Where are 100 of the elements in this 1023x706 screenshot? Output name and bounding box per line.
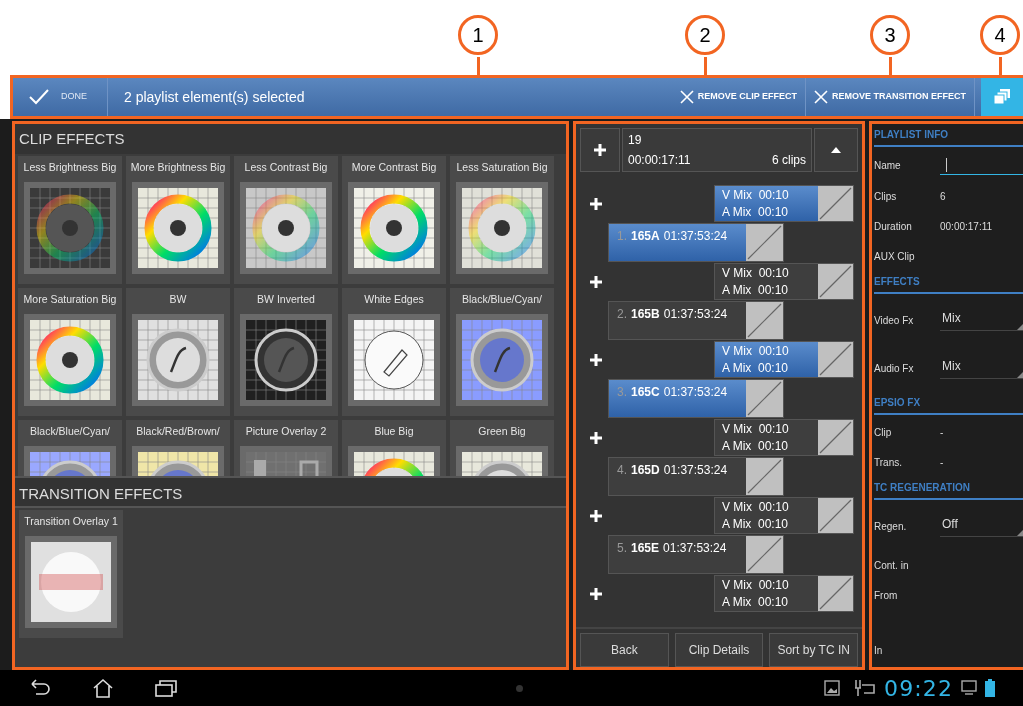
callout-number: 2 <box>685 15 725 55</box>
section-header: PLAYLIST INFO <box>874 124 1023 147</box>
clip-timecode: 01:37:53:24 <box>663 228 728 245</box>
audio-transition: A Mix 00:10 <box>722 593 790 611</box>
effect-tile[interactable]: BW Inverted <box>234 288 338 416</box>
effect-tile[interactable]: Less Saturation Big <box>450 156 554 284</box>
playlist-button[interactable]: Sort by TC IN <box>769 633 858 667</box>
audio-transition: A Mix 00:10 <box>722 281 790 299</box>
add-icon[interactable] <box>593 143 607 157</box>
effect-label: More Contrast Big <box>351 160 437 175</box>
field-label: AUX Clip <box>874 249 916 264</box>
audio-transition: A Mix 00:10 <box>722 437 790 455</box>
effect-tile[interactable]: Green Big <box>450 420 554 476</box>
dropdown-field[interactable]: Mix <box>940 309 1023 331</box>
done-button[interactable]: DONE <box>13 78 108 116</box>
dropdown-field[interactable]: Off <box>940 515 1023 537</box>
dropdown-field[interactable]: Mix <box>940 357 1023 379</box>
thumbnail-placeholder <box>818 342 853 377</box>
name-field[interactable] <box>940 155 1023 175</box>
clip-timecode: 01:37:53:24 <box>663 462 728 479</box>
effect-label: BW Inverted <box>257 292 315 307</box>
field-value: 6 <box>940 189 946 204</box>
monitor-icon <box>961 680 977 696</box>
transition-item[interactable]: V Mix 00:10 A Mix 00:10 <box>714 263 854 300</box>
transition-item[interactable]: V Mix 00:10 A Mix 00:10 <box>714 419 854 456</box>
remove-effect-button[interactable]: REMOVE TRANSITION EFFECT <box>806 78 975 116</box>
clock-time: 09:22 <box>884 674 953 703</box>
add-icon[interactable] <box>589 508 603 523</box>
thumbnail-placeholder <box>746 458 783 495</box>
clip-timecode: 01:37:53:24 <box>663 540 727 557</box>
clip-item[interactable]: 1. 165A 01:37:53:24 <box>608 223 784 262</box>
add-icon[interactable] <box>589 196 603 211</box>
effect-tile[interactable]: Black/Blue/Cyan/ <box>450 288 554 416</box>
field-label: Name <box>874 158 902 173</box>
clip-index: 1. <box>617 228 627 245</box>
transition-item[interactable]: V Mix 00:10 A Mix 00:10 <box>714 185 854 222</box>
effect-tile[interactable]: Picture Overlay 2 <box>234 420 338 476</box>
effect-label: Green Big <box>478 424 526 439</box>
home-icon[interactable] <box>92 678 114 698</box>
effect-tile[interactable]: BW <box>126 288 230 416</box>
field-value: - <box>940 455 944 470</box>
effect-tile[interactable]: More Brightness Big <box>126 156 230 284</box>
transition-item[interactable]: V Mix 00:10 A Mix 00:10 <box>714 497 854 534</box>
effect-label: Less Brightness Big <box>23 160 117 175</box>
effect-tile[interactable]: More Saturation Big <box>18 288 122 416</box>
effect-label: Black/Blue/Cyan/ <box>462 292 542 307</box>
clip-index: 3. <box>617 384 627 401</box>
video-transition: V Mix 00:10 <box>722 264 790 282</box>
add-icon[interactable] <box>589 430 603 445</box>
clip-name: 165E <box>631 540 660 557</box>
thumbnail-placeholder <box>746 536 783 573</box>
clip-index: 5. <box>617 540 627 557</box>
clip-item[interactable]: 5. 165E 01:37:53:24 <box>608 535 784 574</box>
effect-label: Black/Blue/Cyan/ <box>30 424 110 439</box>
add-icon[interactable] <box>589 274 603 289</box>
effect-tile[interactable]: Less Contrast Big <box>234 156 338 284</box>
field-value: 00:00:17:11 <box>940 219 993 234</box>
field-label: Duration <box>874 219 913 234</box>
add-icon[interactable] <box>589 352 603 367</box>
dropdown-corner-icon <box>1017 530 1023 536</box>
effect-tile[interactable]: More Contrast Big <box>342 156 446 284</box>
playlist-button[interactable]: Back <box>580 633 669 667</box>
effect-tile[interactable]: Less Brightness Big <box>18 156 122 284</box>
transition-item[interactable]: V Mix 00:10 A Mix 00:10 <box>714 341 854 378</box>
add-icon[interactable] <box>589 586 603 601</box>
selection-title: 2 playlist element(s) selected <box>124 87 306 107</box>
recent-apps-icon[interactable] <box>154 678 178 698</box>
check-icon <box>29 89 49 105</box>
usb-icon <box>852 679 877 697</box>
field-label: Trans. <box>874 455 903 470</box>
playlist-button[interactable]: Clip Details <box>674 633 764 667</box>
effect-tile[interactable]: Transition Overlay 1 <box>19 510 123 638</box>
back-icon[interactable] <box>28 678 52 698</box>
transition-item[interactable]: V Mix 00:10 A Mix 00:10 <box>714 575 854 612</box>
clip-item[interactable]: 3. 165C 01:37:53:24 <box>608 379 784 418</box>
up-arrow-icon <box>831 147 841 153</box>
clip-name: 165B <box>631 306 660 323</box>
close-icon <box>814 90 828 104</box>
clip-item[interactable]: 4. 165D 01:37:53:24 <box>608 457 784 496</box>
clip-item[interactable]: 2. 165B 01:37:53:24 <box>608 301 784 340</box>
effect-tile[interactable]: Black/Red/Brown/ <box>126 420 230 476</box>
section-header: TC REGENERATION <box>874 477 1023 500</box>
effect-label: Less Saturation Big <box>456 160 548 175</box>
clip-index: 4. <box>617 462 627 479</box>
effect-tile[interactable]: Blue Big <box>342 420 446 476</box>
thumbnail-placeholder <box>746 380 783 417</box>
callout-number: 4 <box>980 15 1020 55</box>
remove-effect-button[interactable]: REMOVE CLIP EFFECT <box>671 78 806 116</box>
field-label: Video Fx <box>874 313 915 328</box>
effect-label: More Brightness Big <box>130 160 226 175</box>
stacked-pages-icon <box>993 89 1011 105</box>
thumbnail-placeholder <box>818 498 853 533</box>
effect-tile[interactable]: Black/Blue/Cyan/ <box>18 420 122 476</box>
effect-tile[interactable]: White Edges <box>342 288 446 416</box>
audio-transition: A Mix 00:10 <box>722 203 790 221</box>
dropdown-corner-icon <box>1017 324 1023 330</box>
add-button[interactable] <box>580 128 620 172</box>
effect-label: Transition Overlay 1 <box>24 514 118 529</box>
effect-label: Black/Red/Brown/ <box>136 424 220 439</box>
callout-number: 1 <box>458 15 498 55</box>
